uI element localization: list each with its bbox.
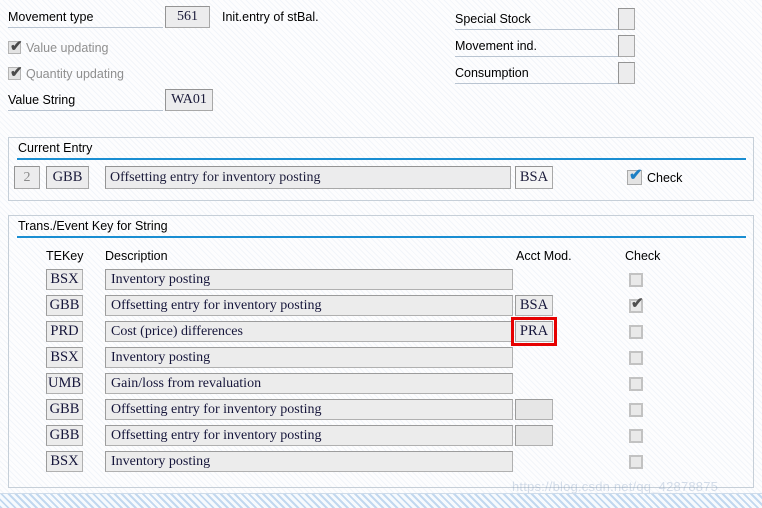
current-entry-check-label: Check [647, 171, 683, 185]
value-string-input[interactable]: WA01 [165, 89, 213, 111]
movement-type-label: Movement type [8, 10, 94, 24]
row-description[interactable]: Inventory posting [105, 451, 513, 472]
row-tekey[interactable]: GBB [46, 295, 83, 316]
movement-ind-label: Movement ind. [455, 39, 537, 53]
row-tekey[interactable]: PRD [46, 321, 83, 342]
quantity-updating-checkbox[interactable]: ✔ [8, 64, 23, 81]
special-stock-label-rule [455, 29, 633, 30]
consumption-label: Consumption [455, 66, 529, 80]
current-entry-acct-mod[interactable]: BSA [515, 166, 553, 189]
value-updating-checkbox[interactable]: ✔ [8, 38, 23, 55]
column-header-tekey: TEKey [46, 249, 84, 263]
row-check-checkbox[interactable] [629, 455, 643, 469]
row-description[interactable]: Gain/loss from revaluation [105, 373, 513, 394]
row-acct-mod[interactable] [515, 425, 553, 446]
movement-type-input[interactable]: 561 [165, 6, 210, 28]
row-description[interactable]: Inventory posting [105, 269, 513, 290]
column-header-description: Description [105, 249, 168, 263]
row-description[interactable]: Offsetting entry for inventory posting [105, 425, 513, 446]
row-tekey[interactable]: GBB [46, 425, 83, 446]
value-string-label-rule [8, 110, 163, 111]
row-tekey[interactable]: BSX [46, 347, 83, 368]
row-check-checkbox[interactable] [629, 403, 643, 417]
value-updating-label: Value updating [26, 41, 109, 55]
current-entry-check-checkbox[interactable]: ✔ [627, 167, 643, 185]
row-acct-mod[interactable]: PRA [515, 321, 553, 342]
row-tekey[interactable]: BSX [46, 269, 83, 290]
row-tekey[interactable]: BSX [46, 451, 83, 472]
row-check-checkbox[interactable] [629, 377, 643, 391]
trans-event-key-rule [17, 236, 746, 238]
row-check-checkbox[interactable] [629, 429, 643, 443]
row-description[interactable]: Inventory posting [105, 347, 513, 368]
sap-screen: Movement type 561 Init.entry of stBal. ✔… [0, 0, 762, 508]
watermark: https://blog.csdn.net/qq_42878875 [512, 479, 719, 494]
special-stock-input[interactable] [618, 8, 635, 30]
row-description[interactable]: Offsetting entry for inventory posting [105, 399, 513, 420]
checkmark-icon: ✔ [631, 295, 644, 312]
consumption-input[interactable] [618, 62, 635, 84]
row-description[interactable]: Cost (price) differences [105, 321, 513, 342]
quantity-updating-label: Quantity updating [26, 67, 124, 81]
bottom-strip [0, 493, 762, 508]
movement-type-description: Init.entry of stBal. [222, 10, 319, 24]
row-check-checkbox[interactable]: ✔ [629, 295, 644, 313]
current-entry-tekey[interactable]: GBB [46, 166, 89, 189]
trans-event-key-title: Trans./Event Key for String [18, 219, 168, 233]
column-header-check: Check [625, 249, 661, 263]
row-tekey[interactable]: UMB [46, 373, 83, 394]
movement-type-label-rule [8, 27, 163, 28]
row-check-checkbox[interactable] [629, 273, 643, 287]
column-header-acct-mod: Acct Mod. [516, 249, 572, 263]
current-entry-rule [17, 158, 746, 160]
current-entry-title: Current Entry [18, 141, 93, 155]
row-acct-mod[interactable] [515, 399, 553, 420]
value-string-label: Value String [8, 93, 76, 107]
row-description[interactable]: Offsetting entry for inventory posting [105, 295, 513, 316]
row-acct-mod[interactable]: BSA [515, 295, 553, 316]
row-tekey[interactable]: GBB [46, 399, 83, 420]
current-entry-counter[interactable]: 2 [14, 166, 40, 189]
movement-ind-label-rule [455, 56, 633, 57]
row-check-checkbox[interactable] [629, 351, 643, 365]
checkmark-icon: ✔ [10, 64, 23, 81]
current-entry-description[interactable]: Offsetting entry for inventory posting [105, 166, 511, 189]
checkmark-icon: ✔ [10, 38, 23, 55]
consumption-label-rule [455, 83, 633, 84]
special-stock-label: Special Stock [455, 12, 531, 26]
movement-ind-input[interactable] [618, 35, 635, 57]
checkmark-icon: ✔ [629, 167, 643, 184]
row-check-checkbox[interactable] [629, 325, 643, 339]
